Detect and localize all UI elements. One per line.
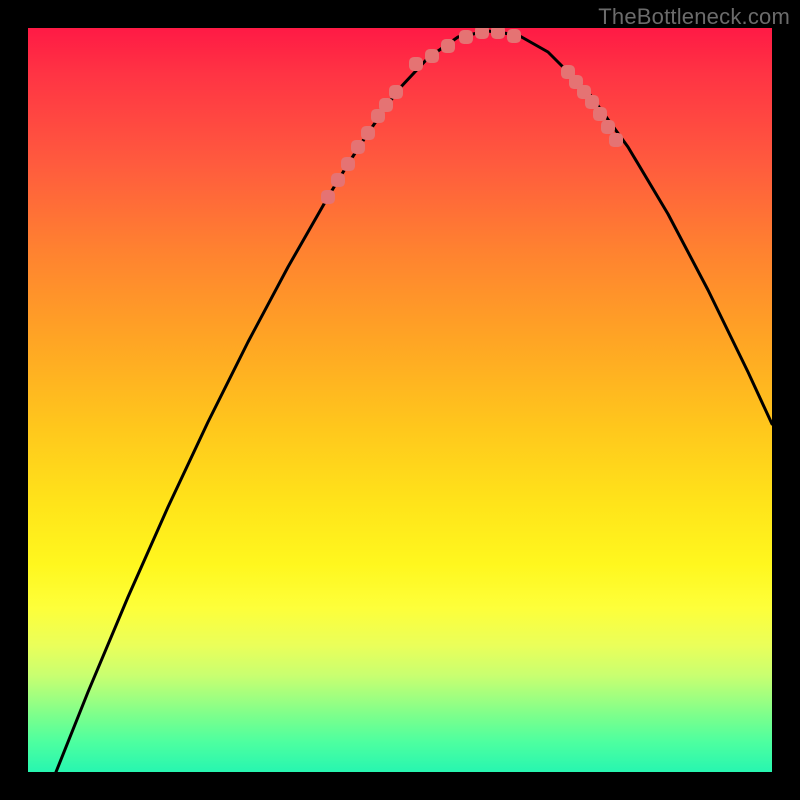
data-point (491, 28, 505, 39)
chart-frame: TheBottleneck.com (0, 0, 800, 800)
data-point (331, 173, 345, 187)
data-point (341, 157, 355, 171)
plot-area (28, 28, 772, 772)
data-point (601, 120, 615, 134)
data-point (593, 107, 607, 121)
curve-path (56, 31, 772, 772)
data-point (425, 49, 439, 63)
data-point (609, 133, 623, 147)
data-point (351, 140, 365, 154)
data-point (441, 39, 455, 53)
data-point (409, 57, 423, 71)
data-point (475, 28, 489, 39)
data-point (321, 190, 335, 204)
data-point (459, 30, 473, 44)
data-point (507, 29, 521, 43)
data-point (361, 126, 375, 140)
chart-svg (28, 28, 772, 772)
watermark-text: TheBottleneck.com (598, 4, 790, 30)
data-point (585, 95, 599, 109)
series-layer (56, 28, 772, 772)
data-point (379, 98, 393, 112)
data-point (389, 85, 403, 99)
